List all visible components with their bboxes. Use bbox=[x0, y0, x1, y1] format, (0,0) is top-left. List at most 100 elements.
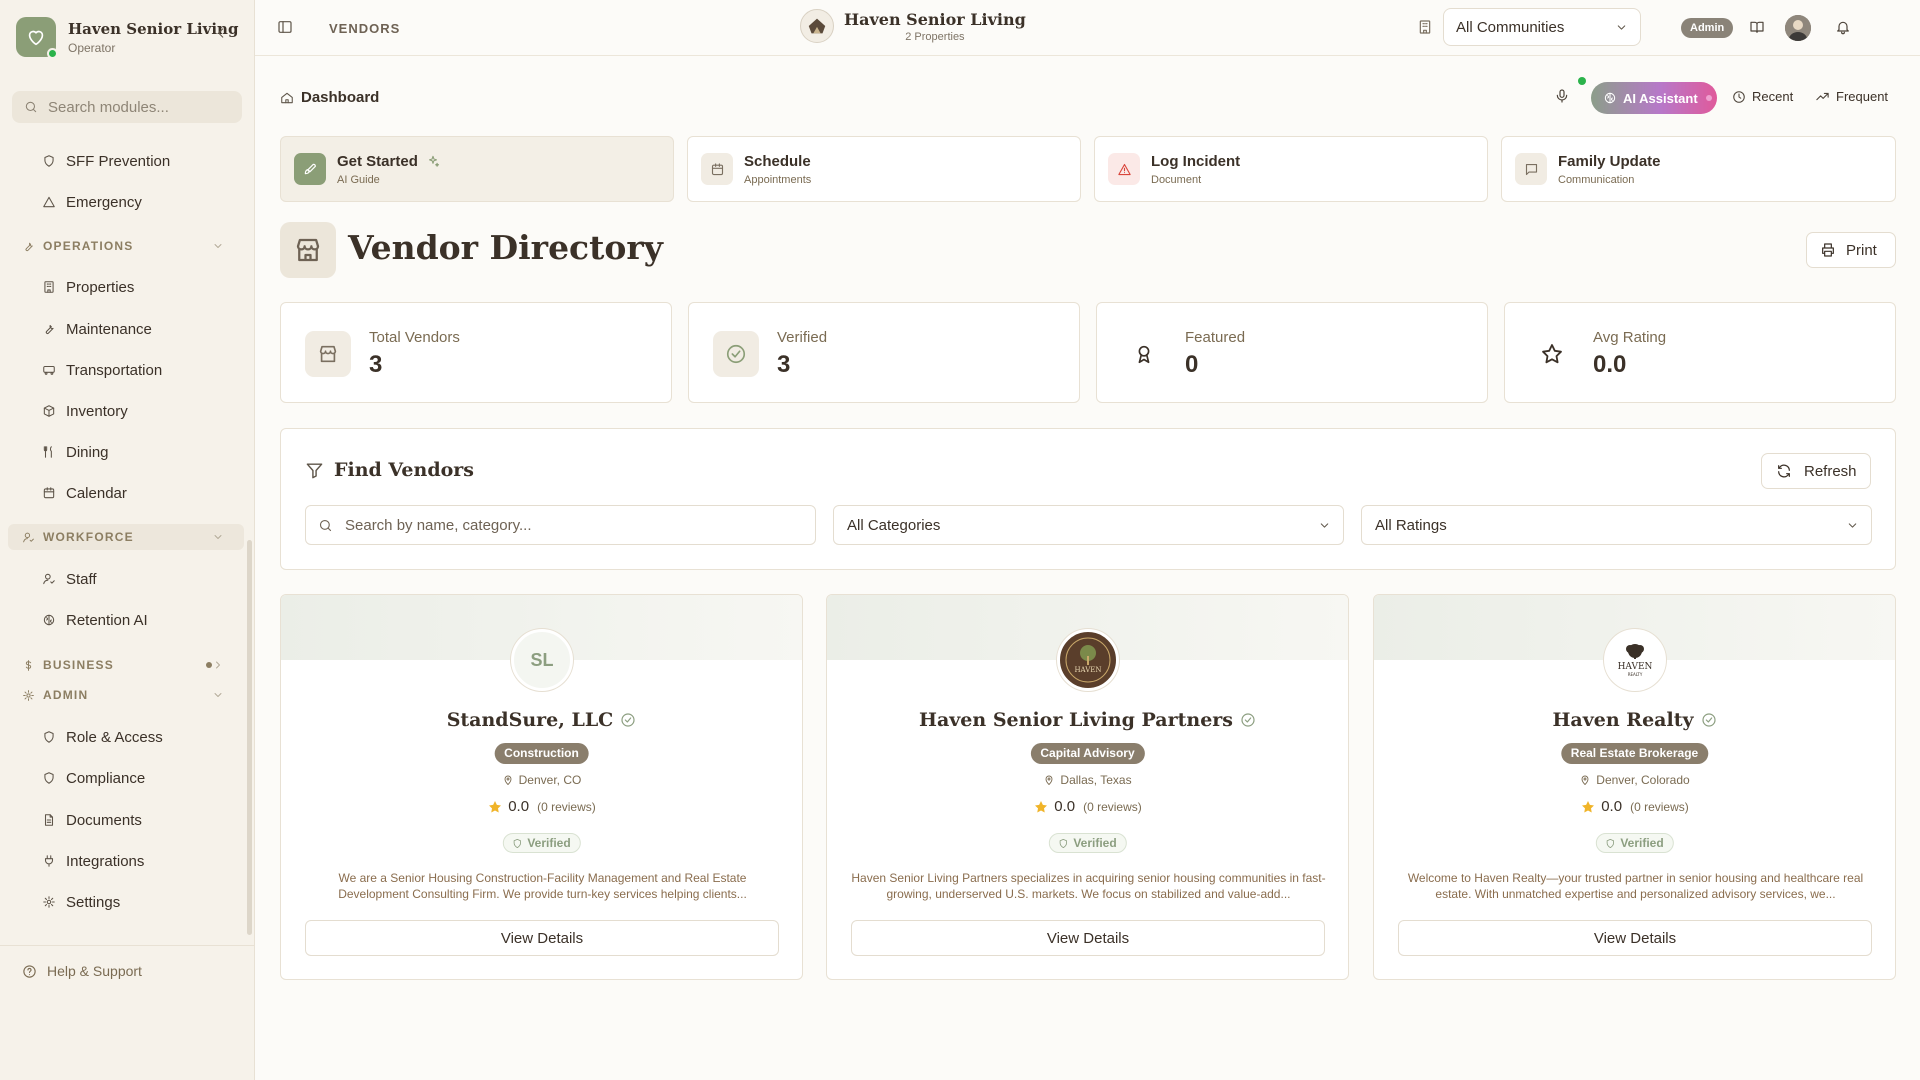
toggle-sidebar-button[interactable] bbox=[277, 19, 293, 35]
sidebar-item-dining[interactable]: Dining bbox=[42, 440, 109, 464]
shield-icon bbox=[44, 772, 54, 784]
help-support-link[interactable]: Help & Support bbox=[22, 963, 142, 979]
sidebar-item-calendar[interactable]: Calendar bbox=[42, 481, 127, 505]
stat-total-vendors: Total Vendors 3 bbox=[280, 302, 672, 403]
ai-status-dot bbox=[1705, 95, 1712, 101]
map-pin-icon bbox=[1581, 775, 1589, 785]
shield-icon bbox=[513, 838, 521, 848]
sidebar-item-label: Properties bbox=[66, 278, 135, 296]
bell-icon[interactable] bbox=[1835, 19, 1851, 35]
heart-logo-icon bbox=[16, 17, 58, 59]
calendar-icon bbox=[43, 487, 55, 499]
module-search[interactable] bbox=[12, 91, 242, 123]
section-label: WORKFORCE bbox=[43, 530, 134, 544]
chevron-left-icon bbox=[218, 28, 224, 38]
plug-icon bbox=[44, 855, 54, 867]
vendor-review-count: (0 reviews) bbox=[537, 799, 596, 814]
calendar-icon bbox=[701, 153, 733, 185]
home-icon bbox=[281, 92, 293, 103]
vendor-search[interactable] bbox=[305, 505, 816, 545]
sidebar-item-label: Transportation bbox=[66, 361, 163, 379]
vendor-search-input[interactable] bbox=[345, 516, 795, 534]
sidebar-item-integrations[interactable]: Integrations bbox=[42, 849, 144, 873]
category-select[interactable]: All Categories bbox=[833, 505, 1344, 545]
help-circle-icon bbox=[23, 964, 36, 978]
sidebar-item-transportation[interactable]: Transportation bbox=[42, 358, 162, 382]
avatar[interactable] bbox=[1785, 15, 1811, 41]
recent-button[interactable]: Recent bbox=[1732, 89, 1793, 104]
house-logo-icon bbox=[808, 18, 826, 34]
quick-action-get-started[interactable]: Get Started AI Guide bbox=[280, 136, 674, 202]
wrench-icon bbox=[45, 324, 54, 334]
shield-icon bbox=[1059, 838, 1067, 848]
sidebar-item-compliance[interactable]: Compliance bbox=[42, 766, 145, 790]
vendor-card[interactable]: HAVEN REALTY Haven Realty Real Estate Br… bbox=[1373, 594, 1896, 980]
community-select[interactable]: All Communities bbox=[1443, 8, 1641, 46]
search-icon bbox=[319, 519, 332, 531]
category-select-value: All Categories bbox=[847, 516, 941, 534]
quick-action-title: Schedule bbox=[744, 152, 811, 170]
verified-badge: Verified bbox=[1595, 833, 1674, 853]
haven-realty-logo: HAVEN REALTY bbox=[1618, 644, 1653, 677]
print-label: Print bbox=[1846, 241, 1877, 259]
dollar-icon bbox=[25, 659, 32, 671]
quick-action-family-update[interactable]: Family Update Communication bbox=[1501, 136, 1896, 202]
view-details-button[interactable]: View Details bbox=[1398, 920, 1872, 956]
vendor-rating: 0.0 (0 reviews) bbox=[1374, 798, 1895, 815]
store-icon bbox=[280, 222, 336, 278]
user-check-icon bbox=[43, 573, 55, 585]
view-details-button[interactable]: View Details bbox=[851, 920, 1325, 956]
sidebar-item-settings[interactable]: Settings bbox=[42, 890, 120, 914]
sidebar-item-inventory[interactable]: Inventory bbox=[42, 399, 128, 423]
rating-select[interactable]: All Ratings bbox=[1361, 505, 1872, 545]
collapse-sidebar-button[interactable] bbox=[214, 26, 228, 40]
clock-icon bbox=[1733, 90, 1745, 103]
verified-check-icon bbox=[1701, 713, 1716, 727]
sidebar-item-emergency[interactable]: Emergency bbox=[42, 190, 142, 214]
verified-badge: Verified bbox=[502, 833, 581, 853]
vendor-name: Haven Senior Living Partners bbox=[827, 709, 1348, 731]
page-title: Vendor Directory bbox=[348, 228, 663, 267]
brand-role: Operator bbox=[68, 40, 116, 55]
section-operations[interactable]: OPERATIONS bbox=[8, 233, 244, 259]
vendor-location: Denver, Colorado bbox=[1374, 773, 1895, 787]
sidebar-divider bbox=[0, 945, 255, 946]
sidebar-item-maintenance[interactable]: Maintenance bbox=[42, 317, 152, 341]
sidebar-item-staff[interactable]: Staff bbox=[42, 567, 97, 591]
sidebar-item-properties[interactable]: Properties bbox=[42, 275, 134, 299]
breadcrumb: VENDORS bbox=[329, 21, 401, 36]
refresh-button[interactable]: Refresh bbox=[1761, 453, 1871, 489]
admin-badge: Admin bbox=[1681, 18, 1734, 38]
vendor-card[interactable]: HAVEN Haven Senior Living Partners Capit… bbox=[826, 594, 1349, 980]
ai-assistant-button[interactable]: AI Assistant bbox=[1591, 82, 1717, 114]
section-business[interactable]: BUSINESS bbox=[8, 652, 244, 678]
frequent-button[interactable]: Frequent bbox=[1815, 89, 1888, 104]
module-search-input[interactable] bbox=[48, 98, 218, 116]
microphone-button[interactable] bbox=[1554, 88, 1570, 104]
stat-value: 3 bbox=[369, 351, 383, 378]
quick-action-title: Family Update bbox=[1558, 152, 1661, 170]
print-button[interactable]: Print bbox=[1806, 232, 1896, 268]
book-icon[interactable] bbox=[1749, 19, 1765, 35]
filter-icon bbox=[306, 462, 323, 478]
org-switcher[interactable]: Haven Senior Living 2 Properties bbox=[800, 9, 1026, 43]
quick-action-schedule[interactable]: Schedule Appointments bbox=[687, 136, 1081, 202]
vendor-name-text: Haven Realty bbox=[1552, 709, 1694, 731]
sidebar-item-role-access[interactable]: Role & Access bbox=[42, 725, 163, 749]
sidebar-item-label: Integrations bbox=[66, 852, 145, 870]
brand[interactable]: Haven Senior Living Operator bbox=[16, 17, 238, 59]
sidebar-item-documents[interactable]: Documents bbox=[42, 808, 142, 832]
sidebar-item-retention-ai[interactable]: Retention AI bbox=[42, 608, 148, 632]
view-details-button[interactable]: View Details bbox=[305, 920, 779, 956]
verified-label: Verified bbox=[527, 836, 571, 850]
stat-label: Avg Rating bbox=[1593, 329, 1667, 346]
quick-action-log-incident[interactable]: Log Incident Document bbox=[1094, 136, 1488, 202]
sidebar-scrollbar[interactable] bbox=[247, 540, 252, 935]
sidebar-item-sff-prevention[interactable]: SFF Prevention bbox=[42, 149, 170, 173]
gear-icon bbox=[23, 689, 34, 701]
dashboard-link[interactable]: Dashboard bbox=[280, 89, 379, 106]
section-admin[interactable]: ADMIN bbox=[8, 682, 244, 708]
building-icon bbox=[1417, 19, 1433, 35]
vendor-card[interactable]: SL StandSure, LLC Construction Denver, C… bbox=[280, 594, 803, 980]
section-workforce[interactable]: WORKFORCE bbox=[8, 524, 244, 550]
